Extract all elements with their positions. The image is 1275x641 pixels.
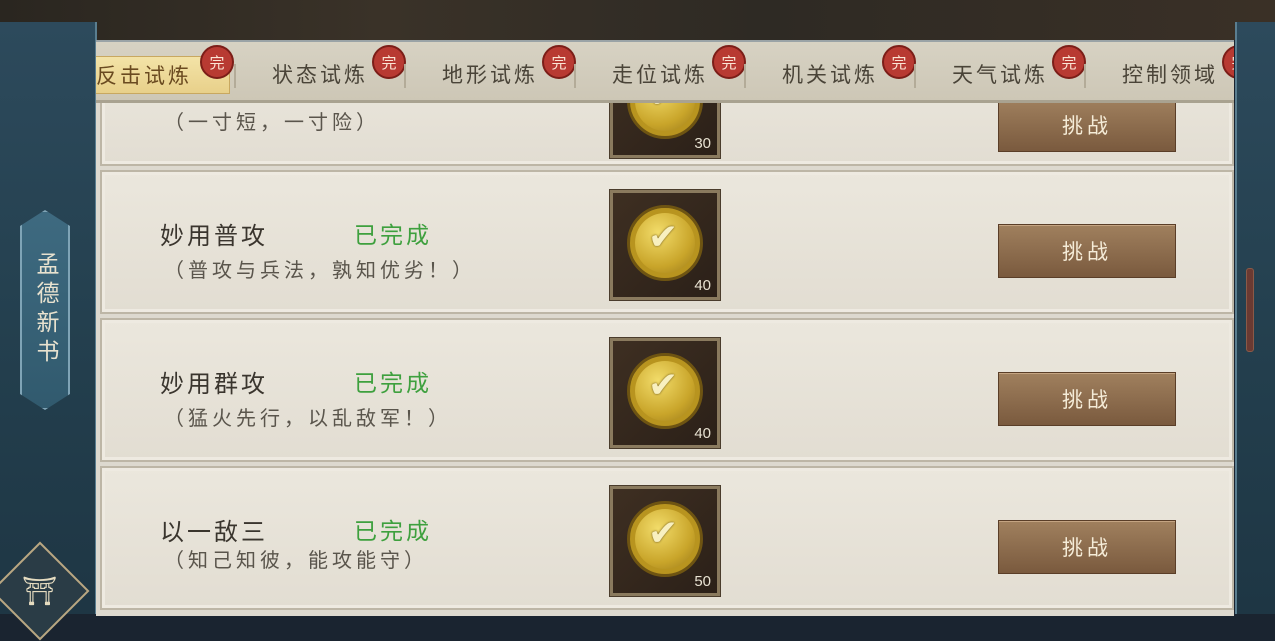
reward-count: 50 bbox=[694, 573, 711, 590]
trial-status: 已完成 bbox=[354, 371, 432, 397]
trial-status: 已完成 bbox=[354, 223, 432, 249]
trial-title: 妙用普攻 bbox=[160, 222, 268, 250]
trial-status: 已完成 bbox=[354, 519, 432, 545]
side-tab-book[interactable]: 孟德新书 bbox=[20, 210, 70, 410]
completed-badge: 完 bbox=[712, 45, 746, 79]
trial-row: 以一敌三 已完成 （知己知彼，能攻能守） 50 挑战 bbox=[100, 466, 1234, 610]
trial-row: 妙用普攻 已完成 （普攻与兵法，孰知优劣！） 40 挑战 bbox=[100, 170, 1234, 314]
reward-count: 40 bbox=[694, 425, 711, 442]
coin-icon bbox=[627, 205, 703, 281]
trial-desc: （猛火先行，以乱敌军！） bbox=[164, 406, 452, 430]
challenge-button[interactable]: 挑战 bbox=[998, 520, 1176, 574]
right-frame bbox=[1235, 22, 1275, 614]
completed-badge: 完 bbox=[372, 45, 406, 79]
top-background bbox=[0, 0, 1275, 40]
side-tab-label: 孟德新书 bbox=[32, 252, 58, 368]
tab-control-domain[interactable]: 控制领域 bbox=[1085, 56, 1234, 92]
reward-item[interactable]: 50 bbox=[610, 486, 720, 596]
completed-badge: 完 bbox=[1052, 45, 1086, 79]
trial-desc: （知己知彼，能攻能守） bbox=[164, 548, 428, 572]
scrollbar[interactable] bbox=[1246, 268, 1254, 352]
coin-icon bbox=[627, 501, 703, 577]
trial-title: 妙用群攻 bbox=[160, 370, 268, 398]
reward-count: 40 bbox=[694, 277, 711, 294]
reward-item[interactable]: 40 bbox=[610, 338, 720, 448]
trial-desc: （普攻与兵法，孰知优劣！） bbox=[164, 258, 476, 282]
coin-icon bbox=[627, 353, 703, 429]
challenge-button[interactable]: 挑战 bbox=[998, 98, 1176, 152]
trial-title: 以一敌三 bbox=[160, 518, 268, 546]
completed-badge: 完 bbox=[542, 45, 576, 79]
challenge-button[interactable]: 挑战 bbox=[998, 372, 1176, 426]
reward-count: 30 bbox=[694, 135, 711, 152]
completed-badge: 完 bbox=[882, 45, 916, 79]
completed-badge: 完 bbox=[200, 45, 234, 79]
trial-desc: （一寸短，一寸险） bbox=[164, 110, 380, 134]
reward-item[interactable]: 40 bbox=[610, 190, 720, 300]
challenge-button[interactable]: 挑战 bbox=[998, 224, 1176, 278]
trial-tab-bar: 反击试炼 完 状态试炼 完 地形试炼 完 走位试炼 完 机关试炼 完 天气试炼 … bbox=[96, 42, 1234, 103]
trial-row: 妙用群攻 已完成 （猛火先行，以乱敌军！） 40 挑战 bbox=[100, 318, 1234, 462]
